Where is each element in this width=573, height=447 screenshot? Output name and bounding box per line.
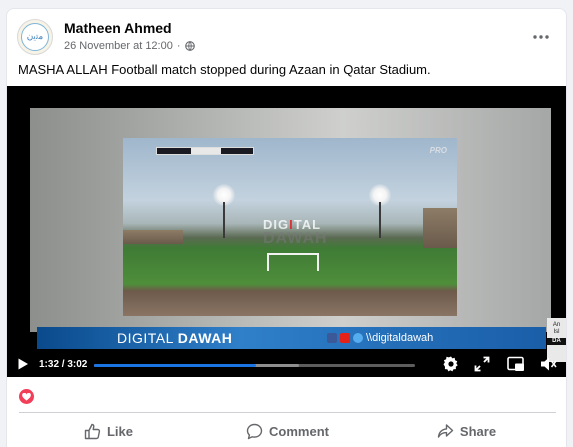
watermark: DIGITAL DAWAH [263, 218, 328, 247]
post-header: ﻣﺗﻳﻥ Matheen Ahmed 26 November at 12:00 … [17, 19, 557, 59]
more-button[interactable] [529, 25, 553, 49]
stadium-stand [123, 230, 183, 244]
post-meta: 26 November at 12:00 · [64, 40, 195, 52]
more-icon [533, 35, 549, 39]
meta-separator: · [176, 40, 181, 52]
stadium-stand [423, 208, 457, 248]
banner-title: DIGITAL DAWAH [117, 330, 232, 346]
floodlight-pole [223, 202, 225, 238]
author-name[interactable]: Matheen Ahmed [64, 20, 172, 36]
progress-bar[interactable] [94, 364, 415, 367]
avatar[interactable]: ﻣﺗﻳﻥ [17, 19, 53, 55]
comment-button[interactable]: Comment [198, 418, 377, 444]
channel-logo: PRO [429, 146, 447, 155]
post-caption: MASHA ALLAH Football match stopped durin… [18, 62, 431, 77]
settings-icon[interactable] [443, 356, 459, 372]
video-banner: DIGITAL DAWAH \\digitaldawah [37, 327, 546, 349]
corner-logo-text: An [552, 322, 561, 328]
share-label: Share [459, 423, 497, 439]
avatar-logo: ﻣﺗﻳﻥ [21, 23, 49, 51]
watermark-text: DAWAH [263, 230, 328, 247]
heart-glyph [22, 392, 31, 401]
floodlight-pole [379, 202, 381, 238]
video-time: 1:32 / 3:02 [39, 359, 88, 370]
scoreboard-overlay [156, 147, 254, 155]
banner-title-part: DAWAH [177, 330, 233, 346]
share-icon [437, 423, 454, 438]
youtube-icon [340, 333, 350, 343]
picture-in-picture-icon[interactable] [507, 356, 525, 372]
corner-logo-text: DA [547, 338, 566, 345]
like-button[interactable]: Like [19, 418, 198, 444]
share-button[interactable]: Share [377, 418, 556, 444]
goal-post [267, 253, 319, 271]
avatar-text: ﻣﺗﻳﻥ [26, 32, 44, 42]
reactions-summary[interactable] [19, 389, 34, 404]
post-actions: Like Comment Share [19, 418, 556, 444]
like-label: Like [106, 423, 133, 439]
corner-logo-text: Isl [553, 329, 560, 335]
broadcast-footage: PRO DIGITAL DAWAH [123, 138, 457, 316]
comment-label: Comment [269, 423, 329, 439]
volume-icon[interactable] [540, 356, 558, 372]
globe-icon[interactable] [184, 41, 195, 51]
facebook-icon [327, 333, 337, 343]
post-date[interactable]: 26 November at 12:00 [64, 40, 173, 52]
play-icon[interactable] [17, 358, 29, 370]
played-bar [94, 364, 257, 367]
video-controls: 1:32 / 3:02 [7, 350, 566, 377]
post-card: ﻣﺗﻳﻥ Matheen Ahmed 26 November at 12:00 … [6, 8, 567, 447]
twitter-icon [353, 333, 363, 343]
banner-social: \\digitaldawah [327, 332, 433, 344]
banner-title-part: DIGITAL [117, 330, 174, 346]
video-player[interactable]: PRO DIGITAL DAWAH DIGITAL DAWAH \\digita… [7, 86, 566, 377]
banner-handle: \\digitaldawah [366, 332, 434, 344]
thumbs-up-icon [84, 423, 101, 439]
heart-reaction-icon [19, 389, 34, 404]
expand-icon[interactable] [474, 356, 490, 372]
comment-icon [246, 423, 263, 439]
actions-divider [19, 412, 556, 413]
